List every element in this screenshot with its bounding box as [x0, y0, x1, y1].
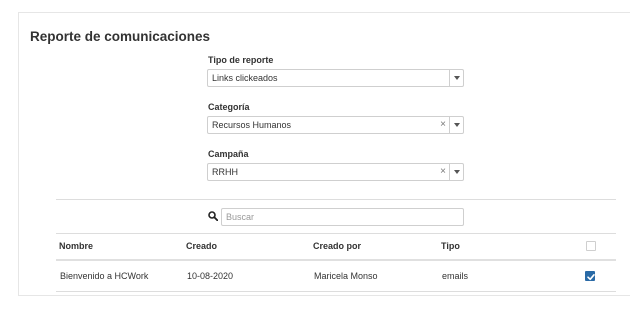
- category-value: Recursos Humanos: [212, 120, 292, 130]
- row-select-checkbox[interactable]: [585, 271, 595, 281]
- campaign-value: RRHH: [212, 167, 238, 177]
- table-bottom-divider: [56, 291, 616, 292]
- check-icon: [587, 273, 595, 281]
- row-type-cell: emails: [442, 271, 469, 281]
- chevron-down-icon: [454, 123, 460, 127]
- close-icon[interactable]: ×: [440, 119, 446, 131]
- campaign-dropdown-toggle[interactable]: [449, 164, 463, 180]
- row-created-by-cell: Maricela Monso: [314, 271, 378, 281]
- report-type-select[interactable]: Links clickeados: [207, 69, 464, 87]
- page-title: Reporte de comunicaciones: [30, 29, 211, 44]
- select-all-checkbox[interactable]: [586, 241, 596, 251]
- category-label: Categoría: [208, 102, 250, 112]
- report-type-label: Tipo de reporte: [208, 55, 274, 65]
- chevron-down-icon: [454, 170, 460, 174]
- category-select[interactable]: Recursos Humanos ×: [207, 116, 464, 134]
- report-type-dropdown-toggle[interactable]: [449, 70, 463, 86]
- table-header-divider: [56, 259, 616, 261]
- column-header-created-by[interactable]: Creado por: [313, 241, 361, 251]
- column-header-created[interactable]: Creado: [186, 241, 217, 251]
- report-type-value: Links clickeados: [212, 73, 278, 83]
- column-header-name[interactable]: Nombre: [59, 241, 93, 251]
- search-input[interactable]: [221, 208, 464, 226]
- row-name-cell: Bienvenido a HCWork: [60, 271, 149, 281]
- column-header-type[interactable]: Tipo: [441, 241, 460, 251]
- campaign-label: Campaña: [208, 149, 249, 159]
- category-dropdown-toggle[interactable]: [449, 117, 463, 133]
- row-created-cell: 10-08-2020: [187, 271, 234, 281]
- campaign-select[interactable]: RRHH ×: [207, 163, 464, 181]
- section-divider: [56, 199, 616, 200]
- search-icon: [208, 211, 218, 221]
- chevron-down-icon: [454, 76, 460, 80]
- table-top-divider: [56, 233, 616, 234]
- close-icon[interactable]: ×: [440, 166, 446, 178]
- report-card: [18, 12, 630, 296]
